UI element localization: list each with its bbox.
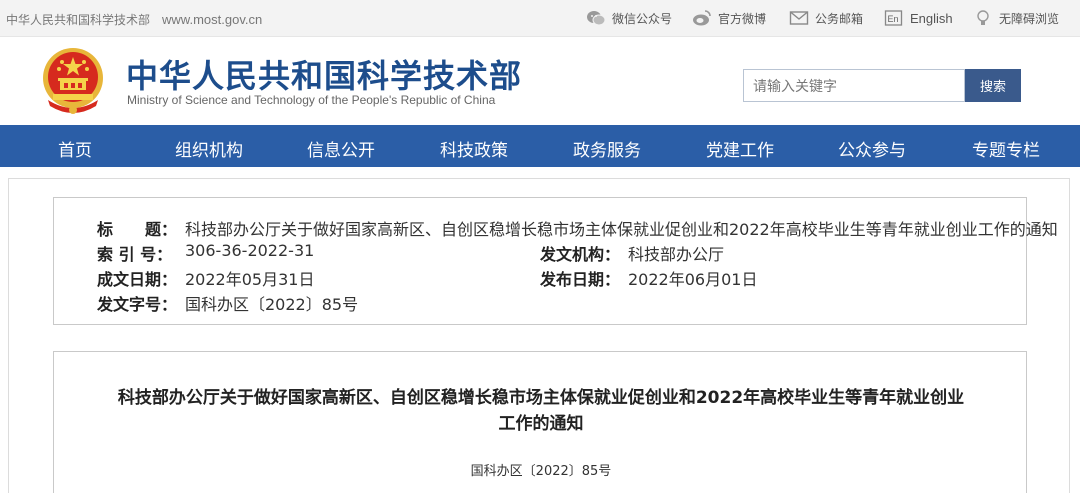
mail-label: 公务邮箱 [815, 11, 864, 26]
wechat-label: 微信公众号 [612, 11, 673, 26]
published-date-value: 2022年06月01日 [628, 270, 758, 289]
issuer-value: 科技部办公厅 [628, 245, 725, 264]
accessibility-icon [973, 9, 993, 27]
search-button[interactable]: 搜索 [965, 69, 1021, 102]
english-icon: En [884, 9, 904, 27]
document-metadata: 标 题： 科技部办公厅关于做好国家高新区、自创区稳增长稳市场主体保就业促创业和2… [53, 197, 1058, 325]
nav-item-policy[interactable]: 科技政策 [440, 136, 508, 161]
nav-item-services[interactable]: 政务服务 [573, 136, 641, 161]
title-label: 标 题： [97, 220, 178, 239]
site-identity: 中华人民共和国科学技术部 www.most.gov.cn [6, 11, 262, 28]
weibo-icon [692, 9, 712, 27]
top-utility-bar: 中华人民共和国科学技术部 www.most.gov.cn 微信公众号 官方微博 公… [0, 0, 1080, 37]
search-input[interactable]: 请输入关键字 [743, 69, 965, 102]
site-name: 中华人民共和国科学技术部 [6, 13, 151, 27]
nav-item-public[interactable]: 公众参与 [838, 136, 906, 161]
published-date-label: 发布日期： [540, 270, 621, 289]
weibo-label: 官方微博 [718, 11, 767, 26]
accessibility-link[interactable]: 无障碍浏览 [973, 9, 1059, 27]
document-title-line: 工作的通知 [498, 414, 584, 434]
index-value: 306-36-2022-31 [185, 241, 315, 260]
wechat-link[interactable]: 微信公众号 [586, 9, 672, 27]
written-date-label: 成文日期： [97, 270, 178, 289]
index-label: 索 引 号： [97, 245, 173, 264]
english-link[interactable]: En English [884, 9, 953, 27]
nav-item-home[interactable]: 首页 [58, 136, 92, 161]
site-url[interactable]: www.most.gov.cn [162, 12, 262, 27]
national-emblem-icon [38, 44, 108, 116]
issuer-label: 发文机构： [540, 245, 621, 264]
site-title-english: Ministry of Science and Technology of th… [127, 93, 496, 107]
nav-item-party[interactable]: 党建工作 [706, 136, 774, 161]
weibo-link[interactable]: 官方微博 [692, 9, 766, 27]
english-label: English [910, 10, 953, 26]
doc-number-value: 国科办区〔2022〕85号 [185, 295, 359, 314]
document-title-line: 科技部办公厅关于做好国家高新区、自创区稳增长稳市场主体保就业促创业和2022年高… [117, 388, 965, 408]
nav-item-topics[interactable]: 专题专栏 [972, 136, 1040, 161]
title-value: 科技部办公厅关于做好国家高新区、自创区稳增长稳市场主体保就业促创业和2022年高… [185, 220, 1058, 239]
site-header: 中华人民共和国科学技术部 Ministry of Science and Tec… [0, 37, 1080, 125]
svg-text:En: En [888, 14, 899, 24]
wechat-icon [586, 9, 606, 27]
site-title: 中华人民共和国科学技术部 [126, 57, 523, 95]
document-body: 科技部办公厅关于做好国家高新区、自创区稳增长稳市场主体保就业促创业和2022年高… [53, 351, 1027, 493]
accessibility-label: 无障碍浏览 [999, 11, 1060, 26]
nav-item-organization[interactable]: 组织机构 [175, 136, 243, 161]
doc-number-label: 发文字号： [97, 295, 178, 314]
mail-link[interactable]: 公务邮箱 [789, 9, 863, 27]
written-date-value: 2022年05月31日 [185, 270, 315, 289]
document-title: 科技部办公厅关于做好国家高新区、自创区稳增长稳市场主体保就业促创业和2022年高… [54, 385, 1028, 437]
main-nav: 首页 组织机构 信息公开 科技政策 政务服务 党建工作 公众参与 专题专栏 [0, 125, 1080, 167]
nav-item-info-disclosure[interactable]: 信息公开 [307, 136, 375, 161]
document-number: 国科办区〔2022〕85号 [470, 464, 612, 479]
mail-icon [789, 9, 809, 27]
